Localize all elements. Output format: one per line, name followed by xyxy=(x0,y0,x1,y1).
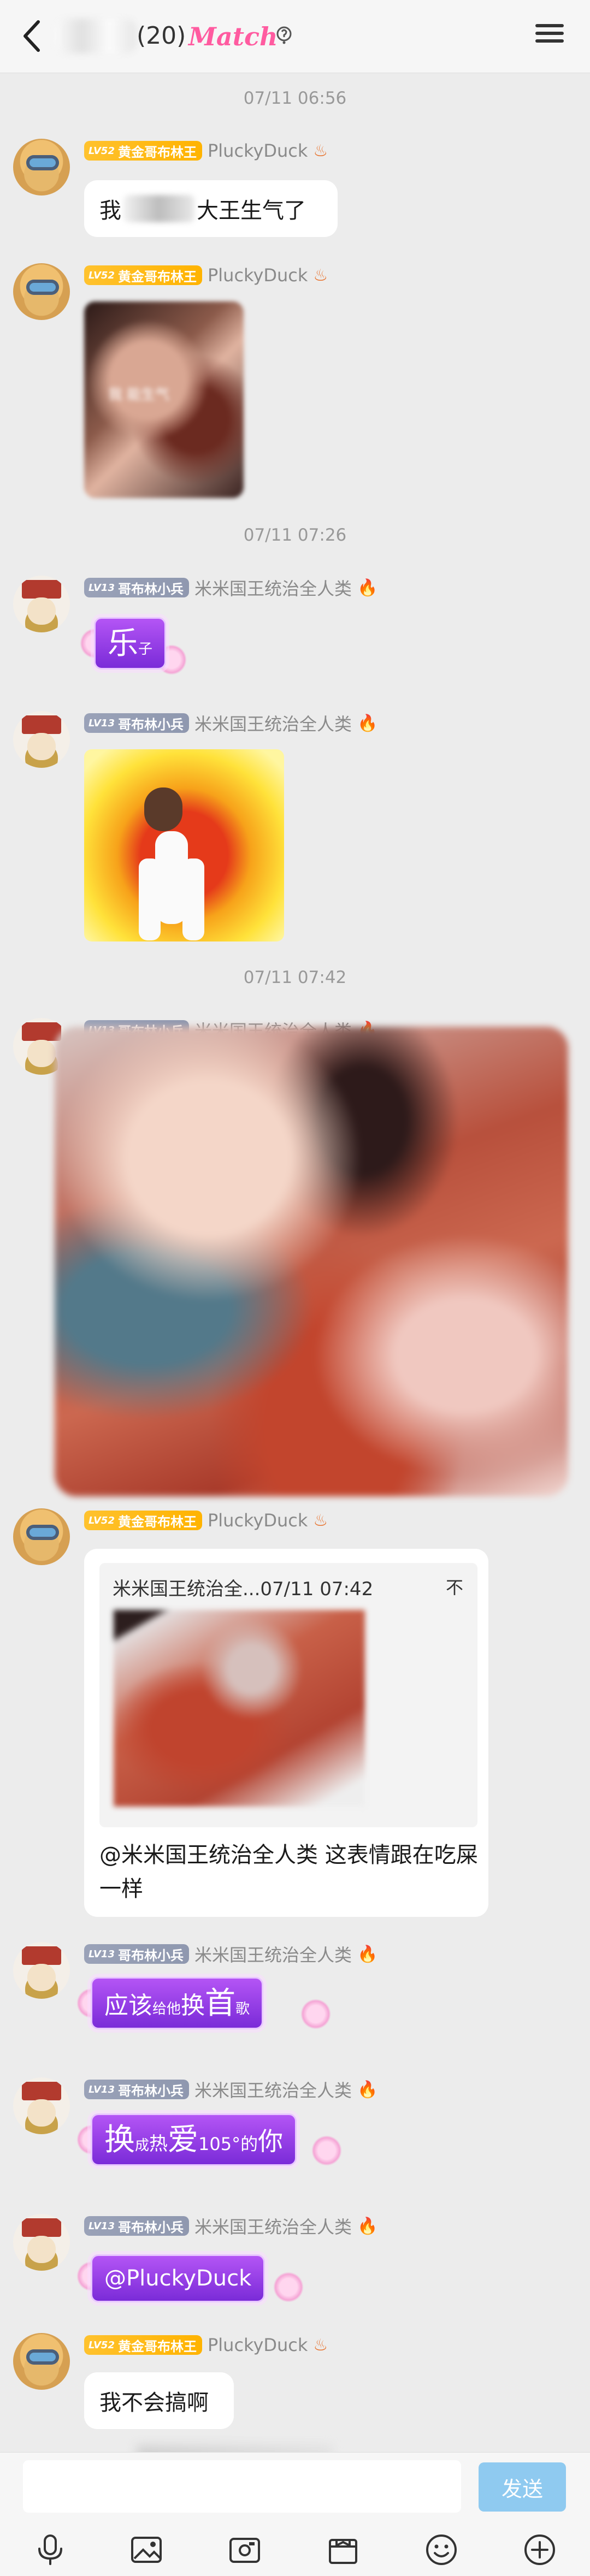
camera-icon[interactable] xyxy=(227,2532,262,2567)
avatar[interactable] xyxy=(13,576,70,632)
sender-meta: LV52 黄金哥布林王 PluckyDuck ♨ xyxy=(84,140,328,162)
avatar[interactable] xyxy=(13,263,70,320)
fire-icon: 🔥 xyxy=(357,713,378,733)
sticker-wing xyxy=(273,2272,304,2302)
level-badge: LV52 黄金哥布林王 xyxy=(84,141,202,161)
sender-meta: LV52 黄金哥布林王 PluckyDuck ♨ xyxy=(84,264,328,286)
top-bar: (20) Match xyxy=(0,0,590,73)
sticker-message[interactable]: 乐子 xyxy=(94,617,167,670)
timestamp: 07/11 07:26 xyxy=(243,525,347,545)
sender-meta: LV52 黄金哥布林王 PluckyDuck ♨ xyxy=(84,2334,328,2356)
nickname: 米米国王统治全人类 xyxy=(194,714,352,735)
fire-icon: 🔥 xyxy=(357,2080,378,2099)
nickname: PluckyDuck xyxy=(207,140,308,161)
level-badge: LV13哥布林小兵 xyxy=(84,578,189,597)
plus-icon[interactable] xyxy=(522,2532,557,2567)
level-badge: LV13哥布林小兵 xyxy=(84,1944,189,1964)
badge-icon: ♨ xyxy=(313,2335,328,2355)
reply-text: @米米国王统治全人类 这表情跟在吃屎一样 xyxy=(99,1843,478,1902)
avatar[interactable] xyxy=(13,2333,70,2390)
sticker-wing xyxy=(300,1999,331,2029)
nickname: 米米国王统治全人类 xyxy=(194,578,352,599)
badge-icon: ♨ xyxy=(313,141,328,161)
group-name-redacted xyxy=(55,19,137,54)
sender-meta: LV13哥布林小兵 米米国王统治全人类 🔥 xyxy=(84,577,377,599)
nickname: 米米国王统治全人类 xyxy=(194,1945,352,1965)
badge-icon: ♨ xyxy=(313,265,328,285)
level-badge: LV13哥布林小兵 xyxy=(84,2080,189,2099)
message-input[interactable] xyxy=(23,2460,461,2513)
quote-reply-bubble[interactable]: 米米国王统治全...07/11 07:42 不 @米米国王统治全人类 这表情跟在… xyxy=(84,1549,488,1917)
sender-meta: LV52 黄金哥布林王 PluckyDuck ♨ xyxy=(84,1509,328,1531)
avatar[interactable] xyxy=(13,711,70,768)
text-bubble[interactable]: 我不会搞啊 xyxy=(84,2372,234,2429)
sender-meta: LV13哥布林小兵 米米国王统治全人类 🔥 xyxy=(84,2215,377,2237)
emoji-icon[interactable] xyxy=(424,2532,459,2567)
sender-meta: LV13哥布林小兵 米米国王统治全人类 🔥 xyxy=(84,1943,377,1965)
timestamp: 07/11 07:42 xyxy=(243,968,347,987)
fire-icon: 🔥 xyxy=(357,1944,378,1964)
fire-icon: 🔥 xyxy=(357,578,378,597)
avatar[interactable] xyxy=(13,2077,70,2134)
sender-meta: LV13哥布林小兵 米米国王统治全人类 🔥 xyxy=(84,712,378,735)
mention-sticker[interactable]: @PluckyDuck xyxy=(91,2254,266,2302)
avatar[interactable] xyxy=(13,1942,70,1999)
nickname: PluckyDuck xyxy=(207,2335,308,2355)
quoted-message[interactable]: 米米国王统治全...07/11 07:42 不 xyxy=(99,1563,477,1827)
back-icon[interactable] xyxy=(16,16,49,56)
nickname: 米米国王统治全人类 xyxy=(194,2080,352,2101)
timestamp: 07/11 06:56 xyxy=(243,88,347,108)
avatar[interactable] xyxy=(13,1508,70,1565)
image-message[interactable] xyxy=(55,1027,568,1496)
image-icon[interactable] xyxy=(129,2532,164,2567)
badge-icon: ♨ xyxy=(313,1511,328,1530)
nickname: PluckyDuck xyxy=(207,265,308,286)
nickname: 米米国王统治全人类 xyxy=(194,2217,352,2237)
level-badge: LV52 黄金哥布林王 xyxy=(84,1511,202,1530)
redacted-text xyxy=(123,195,194,222)
fire-icon: 🔥 xyxy=(357,2216,378,2236)
level-badge: LV13哥布林小兵 xyxy=(84,2216,189,2236)
sticker-wing xyxy=(311,2135,342,2166)
sender-meta: LV13哥布林小兵 米米国王统治全人类 🔥 xyxy=(84,2078,378,2101)
sticker-message[interactable]: 换成热爱 105°的你 xyxy=(91,2113,297,2166)
menu-icon[interactable] xyxy=(533,20,566,52)
nickname: PluckyDuck xyxy=(207,1510,308,1531)
mic-icon[interactable] xyxy=(33,2532,68,2567)
level-badge: LV13哥布林小兵 xyxy=(84,713,189,733)
sticker-message[interactable]: 应该 给他换首歌 xyxy=(91,1977,264,2029)
image-message[interactable]: 我 能生气 xyxy=(84,301,244,498)
level-badge: LV52 黄金哥布林王 xyxy=(84,2335,202,2355)
avatar[interactable] xyxy=(13,2214,70,2271)
collapse-toggle[interactable]: 不 xyxy=(446,1574,463,1599)
input-bar: 发送 xyxy=(0,2452,590,2576)
brand-logo: Match xyxy=(188,22,278,51)
member-count: (20) xyxy=(137,22,186,50)
text-bubble[interactable]: 我大王生气了 xyxy=(84,180,338,237)
send-button[interactable]: 发送 xyxy=(479,2462,566,2512)
gif-message[interactable] xyxy=(84,749,284,941)
level-badge: LV52 黄金哥布林王 xyxy=(84,265,202,285)
gift-icon[interactable] xyxy=(326,2532,361,2567)
avatar[interactable] xyxy=(13,139,70,196)
info-icon[interactable] xyxy=(273,24,295,49)
quoted-image xyxy=(114,1610,365,1807)
